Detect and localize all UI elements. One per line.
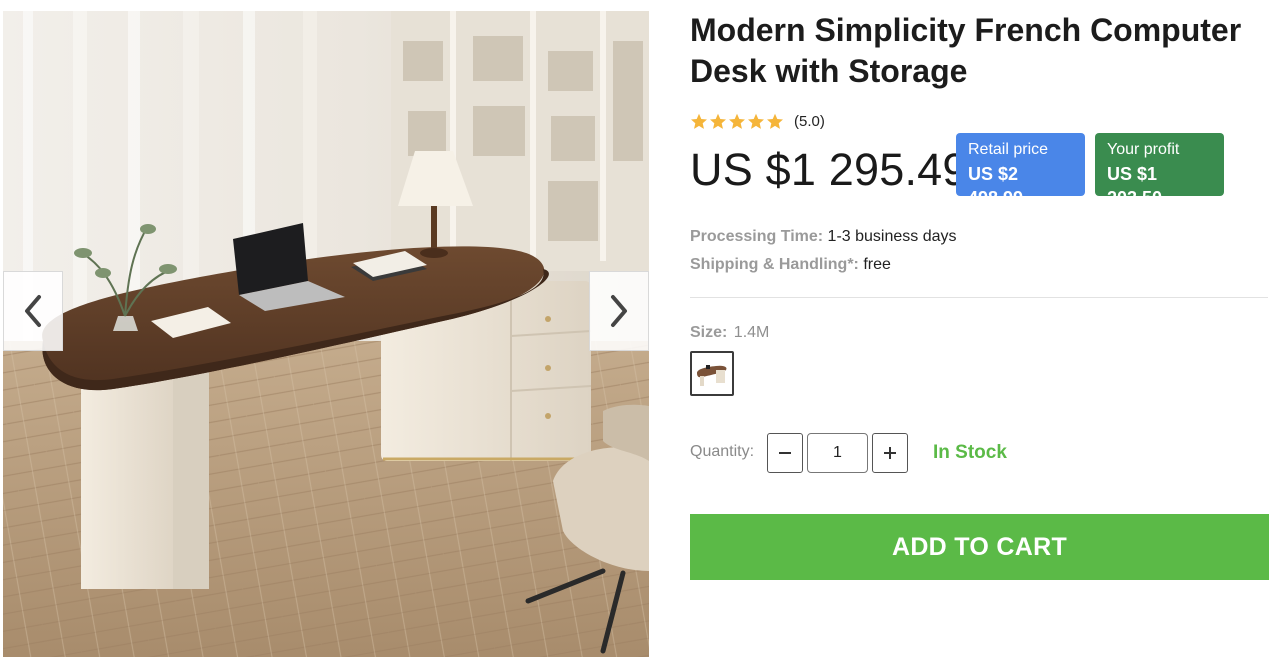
quantity-label: Quantity: <box>690 443 755 460</box>
plus-icon <box>884 447 896 459</box>
size-value: 1.4M <box>733 324 770 341</box>
product-rating: (5.0) <box>690 113 825 130</box>
star-icon <box>729 113 745 129</box>
size-label: Size: <box>690 324 728 341</box>
retail-price-badge: Retail price US $2 498.99 <box>956 133 1085 208</box>
quantity-increase-button[interactable] <box>872 433 908 473</box>
shipping-value: free <box>863 256 891 273</box>
star-icon <box>691 113 707 129</box>
desk-thumbnail-icon <box>697 364 727 386</box>
profit-value: US $1 203.50 <box>1107 164 1163 208</box>
quantity-decrease-button[interactable] <box>767 433 803 473</box>
size-selector: Size: 1.4M <box>690 323 769 343</box>
star-icon <box>767 113 783 129</box>
add-to-cart-button[interactable]: ADD TO CART <box>690 514 1269 580</box>
rating-stars <box>690 113 784 130</box>
retail-price-value: US $2 498.99 <box>968 164 1024 208</box>
gallery-prev-button[interactable] <box>3 271 63 351</box>
product-image <box>3 11 649 657</box>
rating-value: (5.0) <box>794 113 825 130</box>
shipping-handling: Shipping & Handling*: free <box>690 255 891 275</box>
star-icon <box>748 113 764 129</box>
processing-time-label: Processing Time: <box>690 228 824 245</box>
profit-label: Your profit <box>1107 141 1180 158</box>
retail-price-label: Retail price <box>968 141 1049 158</box>
processing-time-value: 1-3 business days <box>827 228 957 245</box>
product-gallery <box>3 11 649 657</box>
star-icon <box>710 113 726 129</box>
product-title: Modern Simplicity French Computer Desk w… <box>690 12 1242 89</box>
size-option-swatch[interactable] <box>690 351 734 396</box>
gallery-next-button[interactable] <box>589 271 649 351</box>
chevron-right-icon <box>611 295 627 327</box>
quantity-input[interactable] <box>807 433 868 473</box>
profit-badge: Your profit US $1 203.50 <box>1095 133 1224 208</box>
stock-status: In Stock <box>933 442 1007 463</box>
shipping-label: Shipping & Handling*: <box>690 256 859 273</box>
divider <box>690 297 1268 298</box>
product-price: US $1 295.49 <box>690 144 968 195</box>
chevron-left-icon <box>25 295 41 327</box>
minus-icon <box>779 452 791 454</box>
processing-time: Processing Time: 1-3 business days <box>690 227 957 247</box>
